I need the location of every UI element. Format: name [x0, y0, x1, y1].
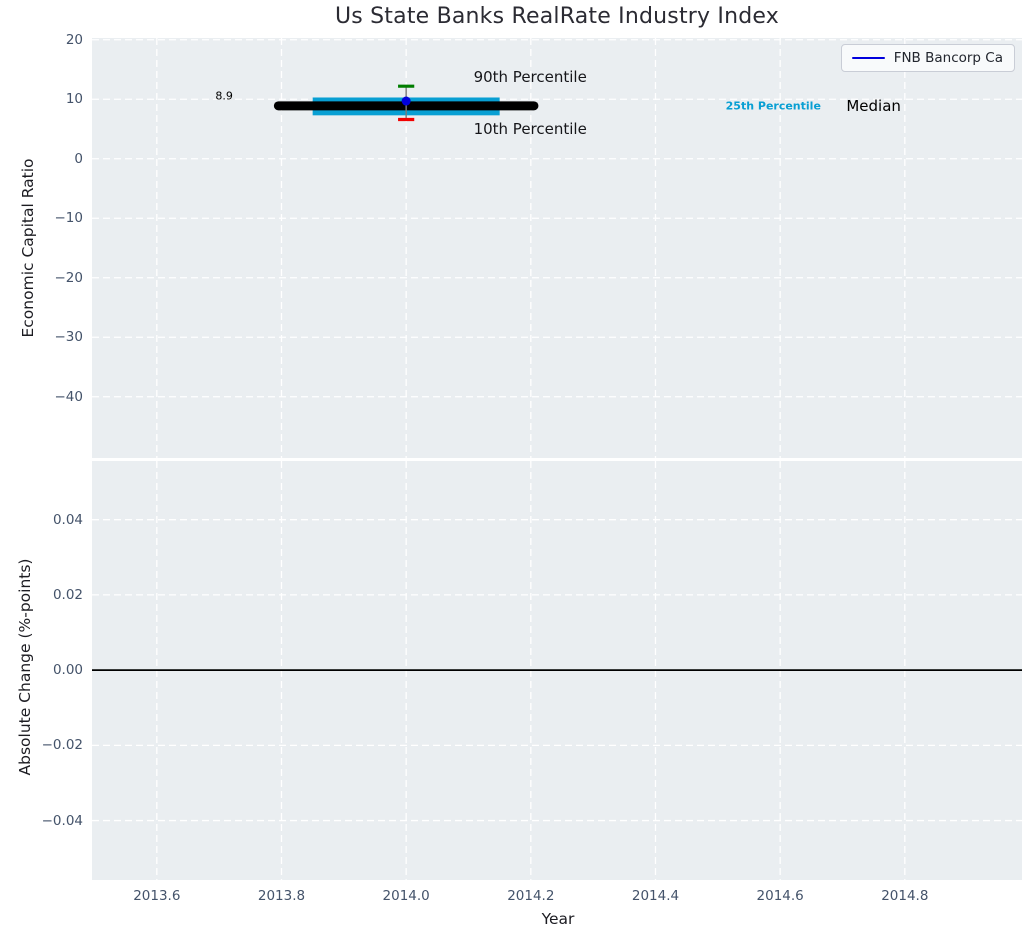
- x-tick-label-2014-4: 2014.4: [631, 888, 680, 904]
- x-tick-label-2014-2: 2014.2: [507, 888, 555, 904]
- y-tick-label-0-00: 0.00: [52, 662, 83, 679]
- y-tick-label-20: 20: [65, 31, 83, 48]
- legend: FNB Bancorp Ca: [840, 44, 1015, 72]
- y-tick-label-40: −40: [54, 388, 84, 405]
- annotation-8-9: 8.9: [215, 89, 233, 103]
- bottom-plot-area: [92, 461, 1022, 880]
- y-tick-label-10: 10: [65, 91, 83, 108]
- y-tick-label-0: 0: [74, 150, 83, 167]
- y-axis-label-absolute-change: Absolute Change (%-points): [16, 558, 34, 776]
- x-tick-label-2014-0: 2014.0: [382, 888, 430, 904]
- x-tick-label-2014-8: 2014.8: [881, 888, 929, 904]
- bottom-plot-canvas: [92, 461, 1022, 880]
- y-axis-label-economic-capital-ratio: Economic Capital Ratio: [19, 158, 37, 338]
- chart-title: Us State Banks RealRate Industry Index: [334, 4, 779, 29]
- y-tick-label-10: −10: [54, 210, 84, 227]
- legend-line-sample: [851, 56, 885, 60]
- fnb-bancorp-ca-marker: [401, 96, 411, 106]
- y-tick-label-0-02: −0.02: [41, 737, 83, 754]
- y-tick-label-30: −30: [54, 329, 84, 346]
- y-tick-label-0-04: −0.04: [41, 812, 83, 829]
- legend-label: FNB Bancorp Ca: [893, 50, 1003, 66]
- annotation-10th-percentile: 10th Percentile: [473, 120, 587, 139]
- x-tick-label-2013-8: 2013.8: [257, 888, 306, 904]
- y-tick-label-0-04: 0.04: [52, 511, 83, 528]
- y-tick-label-20: −20: [54, 269, 84, 286]
- x-tick-label-2013-6: 2013.6: [133, 888, 181, 904]
- annotation-90th-percentile: 90th Percentile: [473, 68, 587, 87]
- x-axis-label-year: Year: [541, 910, 575, 928]
- annotation-25th-percentile: 25th Percentile: [725, 99, 821, 113]
- annotation-median: Median: [846, 97, 901, 116]
- y-tick-label-0-02: 0.02: [52, 586, 83, 603]
- figure: Us State Banks RealRate Industry Index E…: [0, 0, 1034, 942]
- x-tick-label-2014-6: 2014.6: [756, 888, 804, 904]
